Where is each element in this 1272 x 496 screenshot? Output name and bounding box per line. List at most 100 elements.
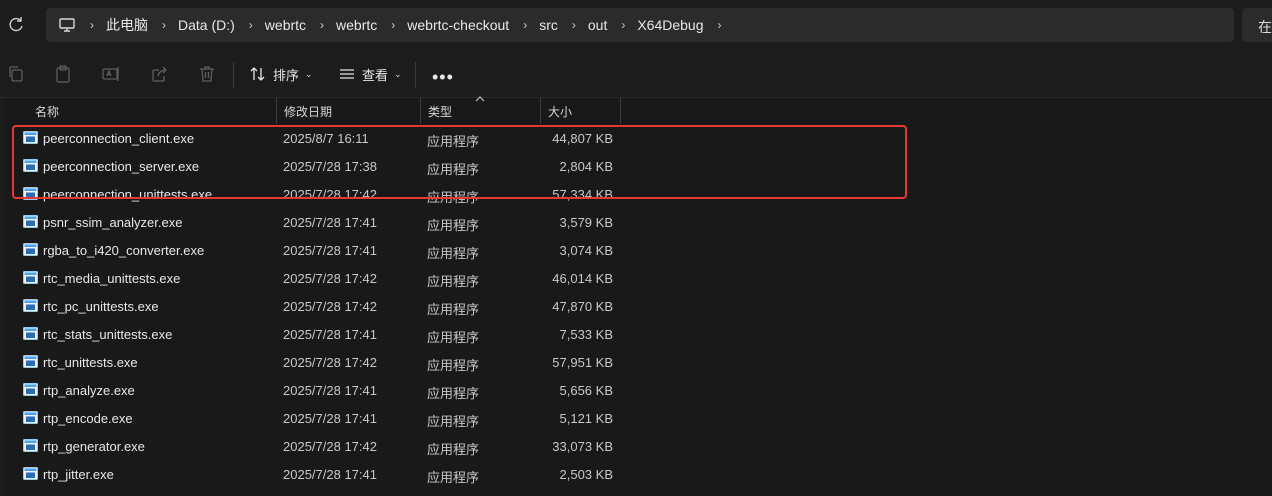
table-row[interactable]: peerconnection_server.exe 2025/7/28 17:38… bbox=[0, 152, 1272, 180]
chevron-right-icon[interactable]: › bbox=[607, 18, 637, 32]
file-type: 应用程序 bbox=[427, 302, 480, 317]
toolbar-separator bbox=[415, 62, 416, 88]
file-type: 应用程序 bbox=[427, 134, 480, 149]
chevron-right-icon[interactable]: › bbox=[235, 18, 265, 32]
table-row[interactable]: rtp_analyze.exe 2025/7/28 17:41 应用程序 5,656 … bbox=[0, 376, 1272, 404]
breadcrumb-label: webrtc-checkout bbox=[407, 17, 510, 33]
file-type: 应用程序 bbox=[427, 246, 480, 261]
view-label: 查看 bbox=[362, 67, 389, 83]
file-name: rgba_to_i420_converter.exe bbox=[43, 243, 205, 258]
view-button[interactable]: 查看 ⌄ bbox=[338, 63, 402, 85]
breadcrumb-label: webrtc bbox=[264, 17, 307, 33]
table-row[interactable]: peerconnection_client.exe 2025/8/7 16:11 应… bbox=[0, 124, 1272, 152]
table-row[interactable]: rtc_stats_unittests.exe 2025/7/28 17:41 应用… bbox=[0, 320, 1272, 348]
copy-icon[interactable] bbox=[6, 64, 26, 84]
exe-file-icon bbox=[23, 327, 38, 340]
file-name: rtc_media_unittests.exe bbox=[43, 271, 181, 286]
exe-file-icon bbox=[23, 299, 38, 312]
file-type: 应用程序 bbox=[427, 330, 480, 345]
refresh-icon[interactable] bbox=[6, 15, 26, 35]
file-size: 2,503 KB bbox=[559, 467, 614, 482]
exe-file-icon bbox=[23, 439, 38, 452]
sort-button[interactable]: 排序 ⌄ bbox=[249, 63, 313, 85]
sort-label: 排序 bbox=[273, 67, 300, 83]
share-icon[interactable] bbox=[149, 64, 169, 84]
breadcrumb-label: X64Debug bbox=[637, 17, 704, 33]
search-input[interactable]: 在 bbox=[1242, 8, 1272, 42]
file-size: 2,804 KB bbox=[559, 159, 614, 174]
sort-icon bbox=[250, 67, 265, 81]
breadcrumb-label: 此电脑 bbox=[106, 17, 148, 33]
table-row[interactable]: rtc_pc_unittests.exe 2025/7/28 17:42 应用程序 4… bbox=[0, 292, 1272, 320]
file-name: rtp_encode.exe bbox=[43, 411, 133, 426]
table-row[interactable]: rgba_to_i420_converter.exe 2025/7/28 17:4… bbox=[0, 236, 1272, 264]
breadcrumb-item[interactable]: › webrtc-checkout bbox=[377, 17, 509, 33]
exe-file-icon bbox=[23, 271, 38, 284]
file-date: 2025/7/28 17:41 bbox=[283, 215, 377, 230]
file-date: 2025/7/28 17:42 bbox=[283, 355, 377, 370]
table-row[interactable]: psnr_ssim_analyzer.exe 2025/7/28 17:41 应用程… bbox=[0, 208, 1272, 236]
file-type: 应用程序 bbox=[427, 470, 480, 485]
exe-file-icon bbox=[23, 159, 38, 172]
file-size: 5,656 KB bbox=[559, 383, 614, 398]
exe-file-icon bbox=[23, 411, 38, 424]
breadcrumb-item[interactable]: › src bbox=[509, 17, 558, 33]
computer-icon bbox=[59, 18, 75, 32]
file-date: 2025/7/28 17:41 bbox=[283, 411, 377, 426]
table-row[interactable]: rtp_encode.exe 2025/7/28 17:41 应用程序 5,121 K… bbox=[0, 404, 1272, 432]
breadcrumb-item[interactable]: › X64Debug bbox=[607, 17, 703, 33]
breadcrumb-item[interactable]: › webrtc bbox=[306, 17, 377, 33]
file-date: 2025/7/28 17:42 bbox=[283, 187, 377, 202]
exe-file-icon bbox=[23, 131, 38, 144]
chevron-right-icon[interactable]: › bbox=[148, 18, 178, 32]
chevron-right-icon[interactable]: › bbox=[704, 18, 734, 32]
chevron-right-icon[interactable]: › bbox=[306, 18, 336, 32]
table-row[interactable]: peerconnection_unittests.exe 2025/7/28 17… bbox=[0, 180, 1272, 208]
column-header-date[interactable]: 修改日期 bbox=[277, 98, 421, 124]
breadcrumb-item[interactable]: › out bbox=[558, 17, 607, 33]
file-size: 44,807 KB bbox=[552, 131, 613, 146]
delete-icon[interactable] bbox=[197, 64, 217, 84]
file-type: 应用程序 bbox=[427, 162, 480, 177]
column-header-size[interactable]: 大小 bbox=[541, 98, 621, 124]
column-headers: 名称 修改日期 类型 大小 bbox=[0, 96, 1272, 124]
file-date: 2025/7/28 17:38 bbox=[283, 159, 377, 174]
file-size: 7,533 KB bbox=[559, 327, 614, 342]
breadcrumb-label: Data (D:) bbox=[178, 17, 235, 33]
breadcrumb: › 此电脑 › Data (D:) › webrtc › webrtc › webrtc-chec… bbox=[76, 15, 734, 35]
chevron-right-icon[interactable]: › bbox=[558, 18, 588, 32]
breadcrumb-label: webrtc bbox=[336, 17, 378, 33]
file-name: rtp_generator.exe bbox=[43, 439, 145, 454]
rename-icon[interactable] bbox=[101, 64, 121, 84]
table-row[interactable]: rtc_media_unittests.exe 2025/7/28 17:42 应用… bbox=[0, 264, 1272, 292]
file-size: 3,074 KB bbox=[559, 243, 614, 258]
breadcrumb-item[interactable]: › webrtc bbox=[235, 17, 306, 33]
chevron-right-icon[interactable]: › bbox=[509, 18, 539, 32]
chevron-right-icon[interactable]: › bbox=[76, 18, 106, 32]
breadcrumb-item[interactable]: › 此电脑 bbox=[76, 15, 148, 35]
chevron-right-icon[interactable]: › bbox=[377, 18, 407, 32]
paste-icon[interactable] bbox=[53, 64, 73, 84]
file-name: rtc_stats_unittests.exe bbox=[43, 327, 173, 342]
table-row[interactable]: rtp_jitter.exe 2025/7/28 17:41 应用程序 2,503 K… bbox=[0, 460, 1272, 488]
address-bar[interactable]: › 此电脑 › Data (D:) › webrtc › webrtc › webrtc-chec… bbox=[46, 8, 1234, 42]
more-options-button[interactable]: ••• bbox=[432, 67, 454, 88]
file-date: 2025/7/28 17:41 bbox=[283, 467, 377, 482]
file-type: 应用程序 bbox=[427, 218, 480, 233]
file-name: rtc_unittests.exe bbox=[43, 355, 138, 370]
file-name: peerconnection_client.exe bbox=[43, 131, 195, 146]
command-bar: 排序 ⌄ 查看 ⌄ ••• bbox=[0, 50, 1272, 98]
file-date: 2025/7/28 17:42 bbox=[283, 299, 377, 314]
file-size: 5,121 KB bbox=[559, 411, 614, 426]
breadcrumb-label: out bbox=[587, 17, 608, 33]
table-row[interactable]: rtp_generator.exe 2025/7/28 17:42 应用程序 33,0… bbox=[0, 432, 1272, 460]
table-row[interactable]: rtc_unittests.exe 2025/7/28 17:42 应用程序 57,9… bbox=[0, 348, 1272, 376]
breadcrumb-item[interactable]: › Data (D:) bbox=[148, 17, 235, 33]
file-size: 3,579 KB bbox=[559, 215, 614, 230]
view-icon bbox=[340, 69, 354, 79]
column-header-name[interactable]: 名称 bbox=[28, 98, 277, 124]
file-size: 57,951 KB bbox=[552, 355, 613, 370]
file-type: 应用程序 bbox=[427, 414, 480, 429]
file-date: 2025/7/28 17:42 bbox=[283, 271, 377, 286]
file-date: 2025/7/28 17:42 bbox=[283, 439, 377, 454]
